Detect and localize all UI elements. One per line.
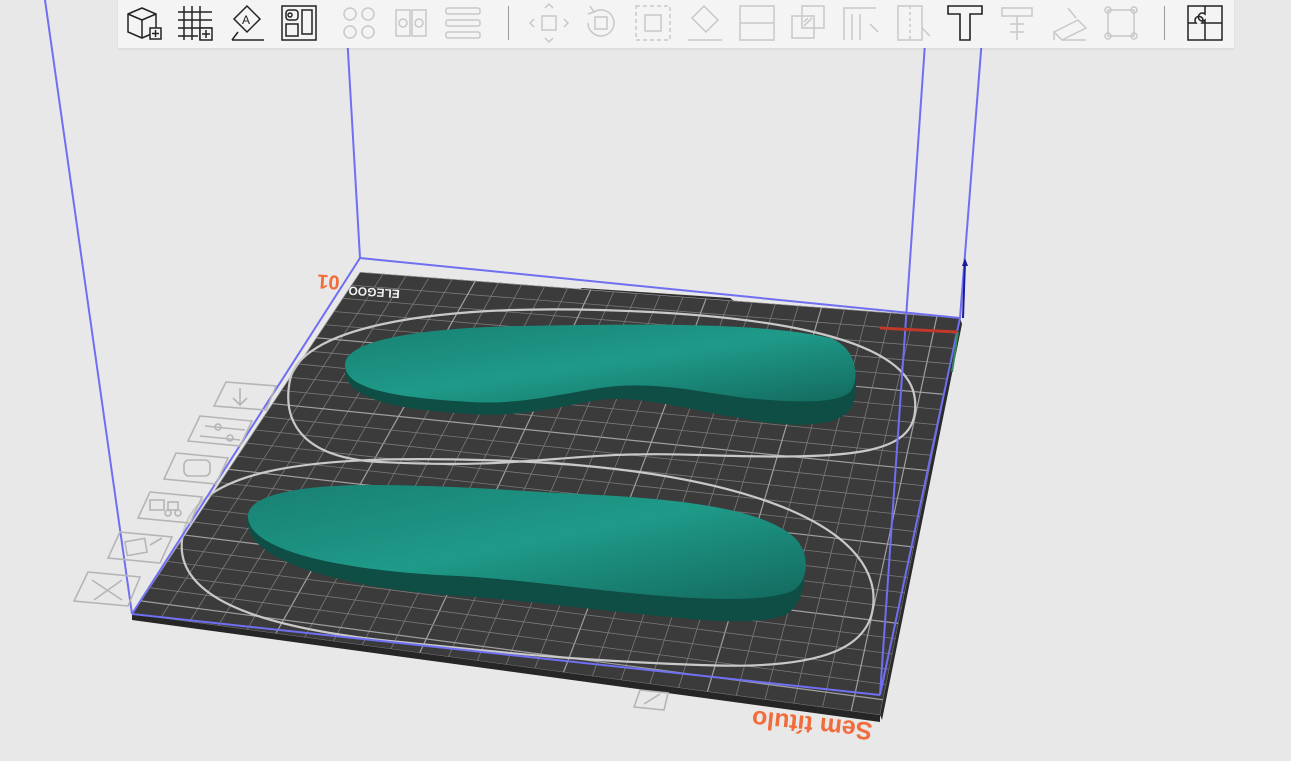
rotate-button[interactable] [580,2,622,44]
move-icon [528,2,570,44]
split-objects-button[interactable] [338,2,380,44]
auto-orient-icon: A [231,4,264,41]
auto-orient-button[interactable]: A [226,2,268,44]
cut-icon [739,5,775,41]
add-plate-button[interactable] [174,2,216,44]
measure-button[interactable] [996,2,1038,44]
lay-on-face-icon [688,4,722,41]
support-paint-icon [843,7,879,40]
add-plate-icon [178,6,213,41]
emboss-button[interactable] [1100,2,1142,44]
orient-plate-icon[interactable] [212,381,278,411]
3d-viewport[interactable]: ELEGOO 01 Sem título A [0,0,1291,761]
toolbar-separator [1164,6,1165,40]
split-parts-icon [395,9,427,37]
assembly-icon [1052,7,1088,41]
arrange-plate-icon[interactable] [136,491,204,524]
toolbar-separator [508,6,509,40]
lay-on-face-button[interactable] [684,2,726,44]
lock-plate-icon[interactable] [162,452,230,485]
split-objects-icon [343,7,375,39]
cut-button[interactable] [736,2,778,44]
arrange-button[interactable] [278,2,320,44]
plate-number: 01 [317,269,341,292]
svg-text:A: A [242,13,250,27]
layers-button[interactable] [442,2,484,44]
main-toolbar: A [118,0,1234,48]
add-object-button[interactable] [122,2,164,44]
move-button[interactable] [528,2,570,44]
add-cube-icon [127,7,162,40]
build-scene[interactable]: ELEGOO 01 Sem título [0,0,1291,761]
seam-paint-icon [897,5,931,41]
text-icon [947,5,983,41]
variable-layer-button[interactable] [1184,2,1226,44]
support-paint-button[interactable] [840,2,882,44]
arrange-icon [281,5,317,41]
seam-paint-button[interactable] [892,2,934,44]
move-plate-icon[interactable] [106,531,174,564]
delete-plate-icon[interactable] [72,571,142,607]
assembly-button[interactable] [1048,2,1090,44]
layers-icon [445,7,481,39]
scale-icon [635,5,671,41]
measure-icon [1001,7,1033,40]
scale-button[interactable] [632,2,674,44]
mesh-boolean-icon [791,5,825,39]
rename-plate-icon[interactable] [632,689,669,711]
rotate-icon [587,5,615,37]
text-button[interactable] [944,2,986,44]
emboss-icon [1104,6,1138,40]
split-parts-button[interactable] [390,2,432,44]
variable-layer-icon [1187,5,1223,41]
plate-settings-icon[interactable] [186,415,254,447]
plate-number-label: 01 [317,269,341,292]
mesh-boolean-button[interactable] [788,2,830,44]
